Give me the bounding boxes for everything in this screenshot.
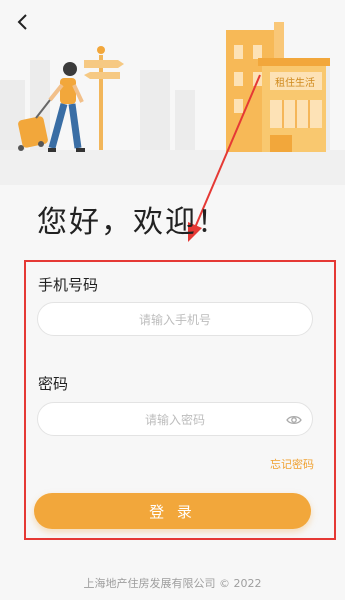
- password-label: 密码: [38, 375, 69, 393]
- forgot-password-link[interactable]: 忘记密码: [270, 456, 314, 472]
- greeting-title: 您好，欢迎！: [37, 205, 229, 240]
- login-button[interactable]: 登 录: [34, 493, 311, 529]
- phone-placeholder: 请输入手机号: [138, 312, 211, 327]
- phone-label: 手机号码: [38, 276, 99, 294]
- eye-icon[interactable]: [286, 412, 302, 428]
- password-placeholder: 请输入密码: [144, 412, 205, 427]
- signpost-icon: [84, 46, 124, 150]
- shop-sign-text: 租住生活: [275, 78, 315, 89]
- password-input[interactable]: 请输入密码: [37, 402, 313, 436]
- phone-input[interactable]: 请输入手机号: [37, 302, 313, 336]
- traveler-icon: [18, 62, 85, 152]
- hero-illustration: 租住生活: [0, 0, 345, 185]
- footer-copyright: 上海地产住房发展有限公司 © 2022: [83, 577, 262, 590]
